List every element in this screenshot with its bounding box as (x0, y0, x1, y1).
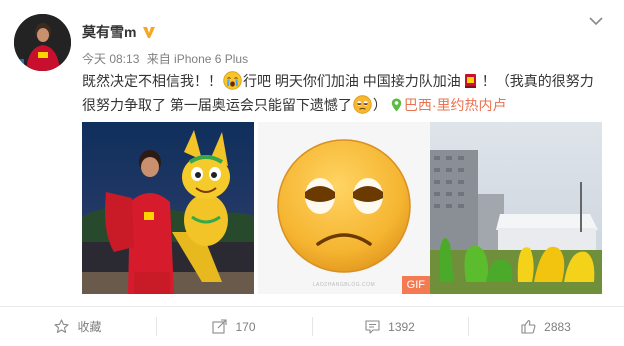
post-source: 来自 iPhone 6 Plus (146, 52, 249, 66)
favorite-label: 收藏 (77, 320, 102, 334)
comment-count: 1392 (388, 319, 415, 334)
weibo-post-card: 莫有雪m 今天 08:13 来自 iPhone 6 Plus 既然决定不相信我！… (0, 0, 624, 346)
gif-badge: GIF (401, 276, 430, 294)
gif-sad-face[interactable]: LAOZHANGBLOG.COM GIF (258, 122, 430, 294)
photo-rio-venue[interactable] (430, 122, 602, 294)
username-text[interactable]: 莫有雪m (82, 22, 136, 42)
like-count: 2883 (544, 319, 571, 334)
location-link[interactable]: 巴西·里约热内卢 (387, 97, 507, 113)
mascot-photo-icon (82, 122, 254, 294)
post-meta: 今天 08:13 来自 iPhone 6 Plus (82, 50, 248, 67)
username[interactable]: 莫有雪m (82, 22, 156, 42)
like-button[interactable]: 2883 (468, 307, 624, 346)
star-icon (54, 319, 70, 333)
avatar[interactable] (14, 14, 71, 71)
cup-icon (462, 71, 481, 90)
post-text-part: 行吧 明天你们加油 中国接力队加油 (243, 73, 461, 89)
favorite-button[interactable]: 收藏 (0, 307, 156, 346)
comment-button[interactable]: 1392 (312, 307, 468, 346)
thumbs-up-icon (521, 319, 536, 334)
sad-face-gif-icon (258, 122, 430, 294)
post-text-part: 既然决定不相信我！！ (82, 73, 222, 89)
location-pin-icon (391, 95, 402, 112)
photo-mascot[interactable] (82, 122, 254, 294)
forward-count: 170 (235, 319, 256, 334)
chevron-down-icon[interactable] (588, 14, 604, 26)
crying-face-icon (223, 71, 242, 90)
forward-button[interactable]: 170 (156, 307, 312, 346)
post-text-part: ） (372, 97, 387, 113)
post-text: 既然决定不相信我！！ 行吧 明天你们加油 中国接力队加油 ！（我真的很努力很努力争取… (82, 69, 602, 117)
forward-icon (212, 319, 228, 334)
venue-photo-icon (430, 122, 602, 294)
unamused-face-icon (353, 95, 372, 114)
verified-v-icon (142, 25, 156, 39)
action-bar: 收藏 170 1392 2883 (0, 306, 624, 346)
avatar-icon (14, 14, 71, 71)
post-time[interactable]: 今天 08:13 (82, 52, 139, 66)
comment-icon (365, 320, 380, 334)
location-text[interactable]: 巴西·里约热内卢 (404, 97, 507, 113)
